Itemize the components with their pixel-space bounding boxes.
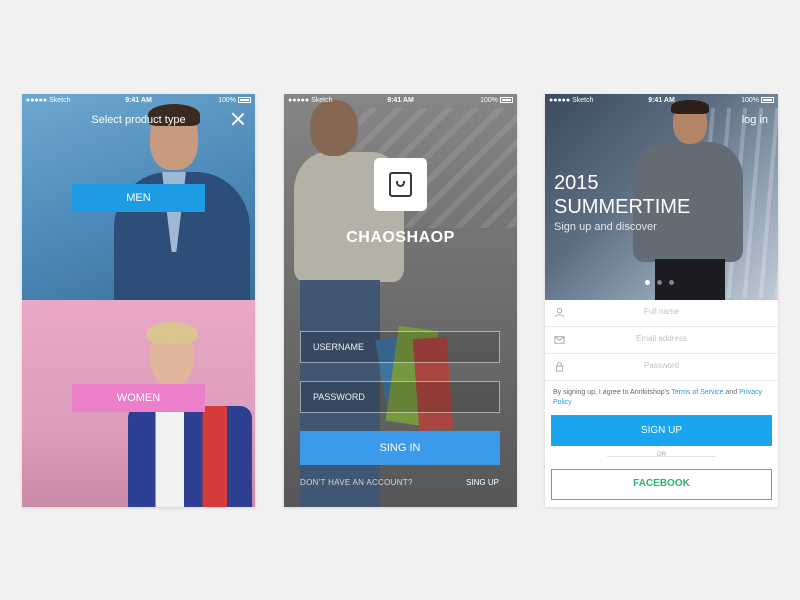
or-label: OR — [657, 452, 666, 458]
password-placeholder: Password — [643, 361, 680, 370]
shopping-bag-logo-icon — [374, 158, 427, 211]
battery-indicator: 100% — [218, 97, 251, 104]
sign-up-link[interactable]: SING UP — [466, 478, 499, 487]
terms-of-service-link[interactable]: Terms of Service — [671, 389, 723, 396]
men-category-panel[interactable]: Select product type MEN — [22, 94, 255, 300]
status-bar: ●●●●● Sketch 9:41 AM 100% — [284, 94, 517, 108]
hero-subtitle: Sign up and discover — [554, 221, 657, 233]
sign-up-button[interactable]: SIGN UP — [551, 415, 772, 446]
facebook-button[interactable]: FACEBOOK — [551, 469, 772, 500]
hero-headline: SUMMERTIME — [554, 196, 691, 218]
log-in-link[interactable]: log in — [742, 114, 768, 126]
battery-indicator: 100% — [480, 97, 513, 104]
carousel-dot-3[interactable] — [669, 280, 674, 285]
battery-level: 100% — [480, 97, 498, 104]
product-type-screen: ●●●●● Sketch 9:41 AM 100% Select product… — [22, 94, 255, 507]
hero-year: 2015 — [554, 172, 599, 194]
close-icon[interactable] — [231, 112, 245, 126]
battery-level: 100% — [741, 97, 759, 104]
sign-in-button[interactable]: SING IN — [300, 431, 500, 465]
signup-screen: ●●●●● Sketch 9:41 AM 100% log in 2015 SU… — [545, 94, 778, 507]
email-field[interactable]: Email address — [545, 327, 778, 354]
hero-banner: ●●●●● Sketch 9:41 AM 100% log in 2015 SU… — [545, 94, 778, 300]
username-input[interactable]: USERNAME — [300, 331, 500, 363]
terms-prefix: By signing up, I agree to Anrikitshop's — [553, 389, 670, 396]
terms-and: and — [725, 389, 738, 396]
battery-indicator: 100% — [741, 97, 774, 104]
battery-level: 100% — [218, 97, 236, 104]
password-input[interactable]: PASSWORD — [300, 381, 500, 413]
email-placeholder: Email address — [636, 334, 687, 343]
men-button[interactable]: MEN — [72, 184, 205, 212]
women-button[interactable]: WOMEN — [72, 384, 205, 412]
carousel-dot-1[interactable] — [645, 280, 650, 285]
women-category-panel[interactable]: WOMEN — [22, 300, 255, 507]
status-bar: ●●●●● Sketch 9:41 AM 100% — [545, 94, 778, 108]
password-field[interactable]: Password — [545, 354, 778, 381]
page-title: Select product type — [91, 114, 186, 126]
no-account-text: DON'T HAVE AN ACCOUNT? — [300, 478, 413, 487]
carousel-dots — [645, 280, 674, 285]
brand-name: CHAOSHAOP — [346, 229, 455, 246]
status-bar: ●●●●● Sketch 9:41 AM 100% — [22, 94, 255, 108]
carousel-dot-2[interactable] — [657, 280, 662, 285]
battery-icon — [761, 97, 774, 103]
full-name-placeholder: Full name — [643, 307, 680, 316]
or-divider-right — [646, 456, 716, 457]
terms-text: By signing up, I agree to Anrikitshop's … — [553, 388, 770, 408]
woman-photo-hair — [147, 322, 197, 344]
woman-photo-dress — [128, 406, 252, 507]
full-name-field[interactable]: Full name — [545, 300, 778, 327]
battery-icon — [500, 97, 513, 103]
battery-icon — [238, 97, 251, 103]
login-screen: ●●●●● Sketch 9:41 AM 100% CHAOSHAOP USER… — [284, 94, 517, 507]
